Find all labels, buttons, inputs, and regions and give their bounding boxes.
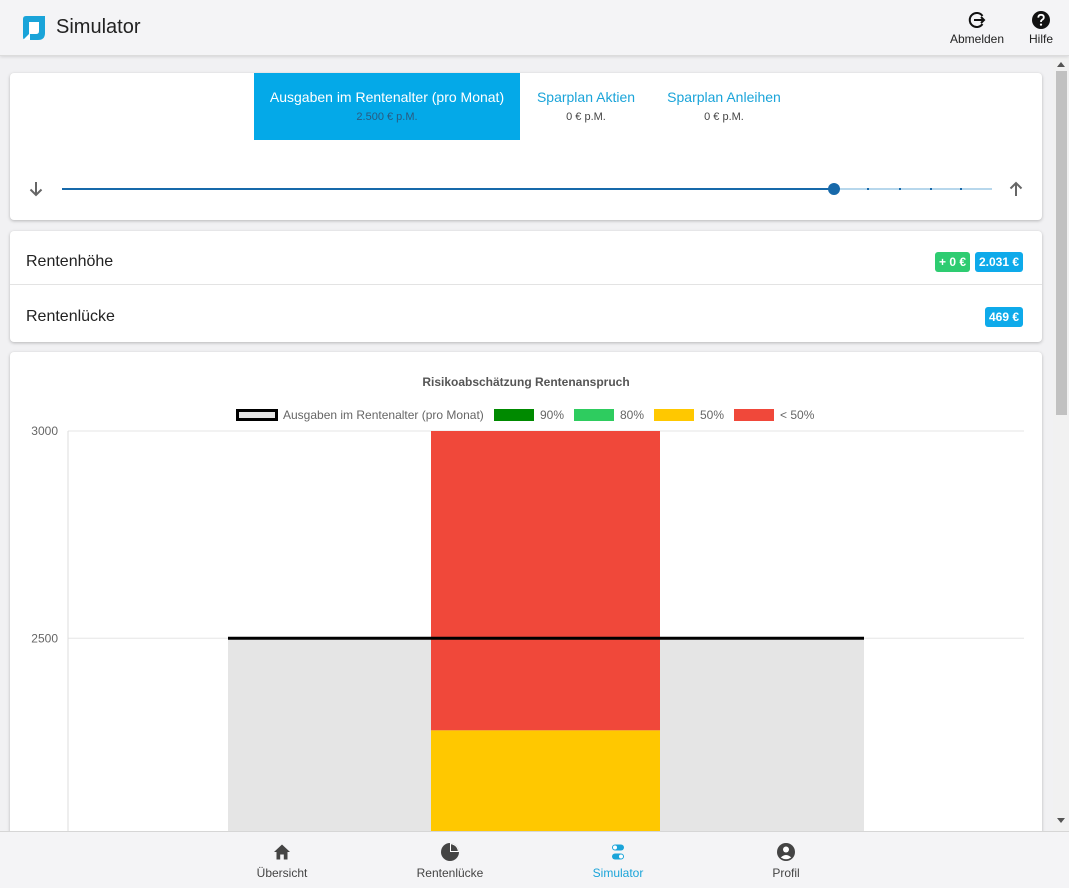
rentenluecke-label: Rentenlücke: [26, 308, 115, 325]
tab-sparplan-anleihen[interactable]: Sparplan Anleihen 0 € p.M.: [658, 73, 790, 140]
tab-anleihen-label: Sparplan Anleihen: [667, 89, 781, 105]
legend-swatch-80: [574, 409, 614, 421]
tab-sparplan-aktien[interactable]: Sparplan Aktien 0 € p.M.: [526, 73, 646, 140]
nav-item-profil[interactable]: Profil: [726, 842, 846, 880]
rentenluecke-row: Rentenlücke 469 €: [10, 286, 1042, 340]
help-button[interactable]: Hilfe: [1024, 10, 1058, 46]
legend-label-80: 80%: [620, 408, 645, 422]
legend-label-90: 90%: [540, 408, 565, 422]
vertical-scrollbar[interactable]: [1053, 57, 1069, 831]
scrollbar-thumb[interactable]: [1056, 71, 1067, 415]
nav-item-rentenluecke[interactable]: Rentenlücke: [390, 842, 510, 880]
logout-label: Abmelden: [949, 32, 1005, 46]
home-icon: [274, 844, 290, 860]
nav-item-simulator[interactable]: Simulator: [558, 842, 678, 880]
tab-ausgaben[interactable]: Ausgaben im Rentenalter (pro Monat) 2.50…: [254, 73, 520, 140]
app-logo-icon: [23, 16, 45, 40]
account-icon: [777, 843, 795, 861]
rentenhoehe-row: Rentenhöhe + 0 € 2.031 €: [10, 231, 1042, 285]
risk-bar-segment: [431, 730, 660, 831]
y-tick-label: 3000: [31, 424, 58, 438]
legend-label-expenses: Ausgaben im Rentenalter (pro Monat): [283, 408, 484, 422]
slider-tick: [899, 188, 901, 190]
tab-aktien-value: 0 € p.M.: [566, 111, 606, 123]
help-label: Hilfe: [1028, 32, 1053, 46]
slider-tick: [960, 188, 963, 190]
chart-title: Risikoabschätzung Rentenanspruch: [422, 375, 630, 389]
risk-chart-card: 3000 2500 Risikoabschätzung Rentenanspruc…: [10, 352, 1042, 831]
tab-anleihen-value: 0 € p.M.: [704, 111, 744, 123]
legend-swatch-below-50: [734, 409, 774, 421]
slider-tick: [867, 188, 870, 190]
legend-swatch-expenses: [236, 409, 278, 421]
nav-label-rentenluecke: Rentenlücke: [416, 866, 484, 880]
result-card: Rentenhöhe + 0 € 2.031 € Rentenlücke 469…: [10, 231, 1042, 342]
risk-chart: 3000 2500: [31, 424, 1024, 831]
y-tick-label: 2500: [31, 631, 58, 645]
slider-thumb[interactable]: [827, 183, 840, 195]
app-title: Simulator: [56, 16, 141, 38]
rentenhoehe-value-badge: 2.031 €: [975, 252, 1024, 272]
rentenhoehe-delta-badge: + 0 €: [935, 252, 971, 272]
risk-bar-segment: [431, 431, 660, 731]
decrease-arrow-icon[interactable]: [27, 180, 45, 198]
pie-chart-icon: [441, 843, 459, 861]
slider-tick: [929, 188, 932, 190]
scroll-up-arrow-icon[interactable]: [1057, 62, 1065, 67]
nav-label-profil: Profil: [772, 866, 800, 880]
bottom-navigation: Übersicht Rentenlücke Simulator Profil: [0, 831, 1069, 888]
legend-label-50: 50%: [700, 408, 725, 422]
slider-fill: [62, 188, 834, 190]
nav-item-uebersicht[interactable]: Übersicht: [222, 842, 342, 880]
nav-label-uebersicht: Übersicht: [256, 866, 308, 880]
legend-label-below-50: < 50%: [780, 408, 815, 422]
tab-ausgaben-value: 2.500 € p.M.: [356, 111, 418, 123]
app-header: Simulator Abmelden Hilfe: [0, 0, 1069, 56]
rentenluecke-value-badge: 469 €: [985, 307, 1024, 327]
logout-icon: [968, 12, 986, 28]
logout-button[interactable]: Abmelden: [946, 10, 1008, 46]
nav-label-simulator: Simulator: [592, 866, 644, 880]
help-icon: [1032, 11, 1050, 29]
parameter-card: Ausgaben im Rentenalter (pro Monat) 2.50…: [10, 73, 1042, 220]
tab-ausgaben-label: Ausgaben im Rentenalter (pro Monat): [269, 89, 505, 105]
increase-arrow-icon[interactable]: [1007, 180, 1025, 198]
tab-aktien-label: Sparplan Aktien: [536, 89, 636, 105]
legend-swatch-90: [494, 409, 534, 421]
toggle-icon: [612, 844, 624, 860]
rentenhoehe-label: Rentenhöhe: [26, 253, 114, 270]
legend-swatch-50: [654, 409, 694, 421]
amount-slider[interactable]: [62, 181, 992, 197]
main-content: Ausgaben im Rentenalter (pro Monat) 2.50…: [0, 57, 1053, 831]
scroll-down-arrow-icon[interactable]: [1057, 818, 1065, 823]
